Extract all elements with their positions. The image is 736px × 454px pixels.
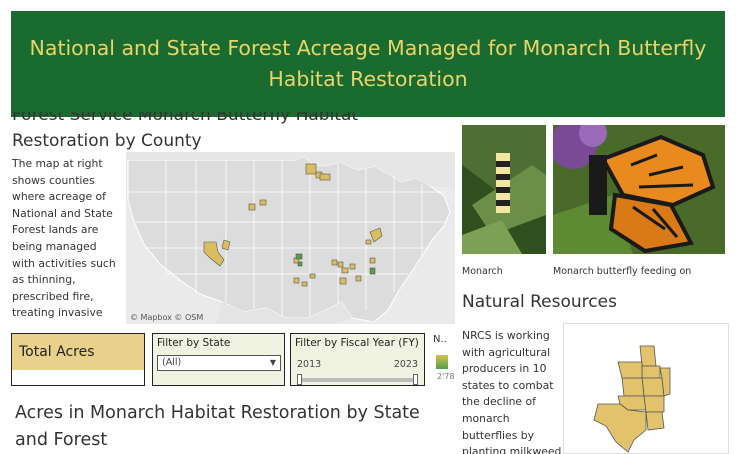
county-tx-1 bbox=[293, 277, 300, 284]
state-ne bbox=[617, 361, 643, 379]
county-ga-1 bbox=[349, 263, 356, 270]
caterpillar-caption: Monarch bbox=[462, 266, 503, 277]
state-filter-value: (All) bbox=[162, 357, 182, 368]
county-al-1 bbox=[341, 267, 349, 274]
fiscal-year-filter: Filter by Fiscal Year (FY) 2013 2023 bbox=[290, 333, 425, 386]
forest-map-title: Forest Service Monarch Butterfly Habitat… bbox=[12, 112, 382, 156]
state-filter-select[interactable]: (All) ▼ bbox=[157, 355, 281, 371]
total-acres-card: Total Acres bbox=[11, 333, 145, 386]
caterpillar-photo bbox=[462, 125, 546, 254]
legend-title: N.. bbox=[433, 334, 447, 345]
acres-by-state-title: Acres in Monarch Habitat Restoration by … bbox=[15, 403, 420, 450]
forest-map-title-line2: Restoration by County bbox=[12, 131, 202, 151]
natural-resources-description: NRCS is working with agricultural produc… bbox=[462, 329, 562, 454]
chevron-down-icon[interactable]: ▼ bbox=[270, 356, 276, 370]
page-title: National and State Forest Acreage Manage… bbox=[29, 36, 707, 91]
fiscal-year-min: 2013 bbox=[297, 359, 322, 370]
county-mi bbox=[319, 173, 331, 181]
state-mn bbox=[639, 345, 657, 367]
butterfly-image bbox=[553, 125, 725, 254]
forest-map-description: The map at right shows counties where ac… bbox=[12, 157, 118, 324]
county-nc bbox=[365, 239, 372, 245]
forest-map-title-line1: Forest Service Monarch Butterfly Habitat bbox=[12, 112, 359, 125]
legend-value: 2'78 bbox=[437, 372, 455, 381]
state-tx bbox=[593, 403, 647, 453]
county-sc bbox=[369, 257, 376, 264]
title-banner: National and State Forest Acreage Manage… bbox=[11, 11, 725, 117]
nrcs-state-shapes bbox=[593, 345, 671, 453]
state-ia bbox=[641, 365, 661, 379]
fiscal-year-slider-track[interactable] bbox=[299, 378, 416, 382]
map-attribution[interactable]: © Mapbox © OSM bbox=[130, 313, 203, 322]
butterfly-photo bbox=[553, 125, 725, 254]
state-ar bbox=[643, 395, 665, 413]
fiscal-year-max: 2023 bbox=[393, 359, 418, 370]
county-mn-1 bbox=[305, 163, 317, 175]
total-acres-label: Total Acres bbox=[19, 344, 95, 360]
state-ks bbox=[621, 377, 645, 397]
county-ne bbox=[259, 199, 267, 206]
county-la bbox=[309, 273, 316, 279]
natural-resources-title: Natural Resources bbox=[462, 292, 617, 312]
butterfly-caption: Monarch butterfly feeding on bbox=[553, 266, 692, 277]
fiscal-year-filter-label: Filter by Fiscal Year (FY) bbox=[295, 337, 419, 349]
state-la bbox=[645, 411, 665, 431]
county-ms-1 bbox=[331, 259, 338, 266]
fiscal-year-slider-min-handle[interactable] bbox=[297, 374, 302, 385]
state-filter: Filter by State (All) ▼ bbox=[152, 333, 285, 386]
county-green-ga bbox=[369, 267, 376, 275]
fiscal-year-slider-max-handle[interactable] bbox=[413, 374, 418, 385]
county-green-ar bbox=[295, 253, 303, 260]
county-sd bbox=[248, 203, 256, 211]
caterpillar-image bbox=[462, 125, 546, 254]
county-tx-2 bbox=[301, 281, 308, 287]
legend-color-swatch bbox=[436, 355, 448, 369]
county-al-2 bbox=[339, 277, 347, 285]
county-green-ms bbox=[297, 261, 303, 267]
state-filter-label: Filter by State bbox=[157, 337, 231, 349]
county-map-graphic bbox=[126, 152, 455, 324]
nrcs-states-map[interactable] bbox=[563, 323, 729, 454]
county-ms-2 bbox=[337, 261, 344, 268]
state-mo bbox=[641, 377, 665, 397]
nrcs-states-graphic bbox=[593, 345, 671, 453]
caterpillar-body bbox=[496, 153, 510, 213]
county-fl bbox=[355, 275, 362, 282]
county-map[interactable]: © Mapbox © OSM bbox=[126, 152, 455, 324]
